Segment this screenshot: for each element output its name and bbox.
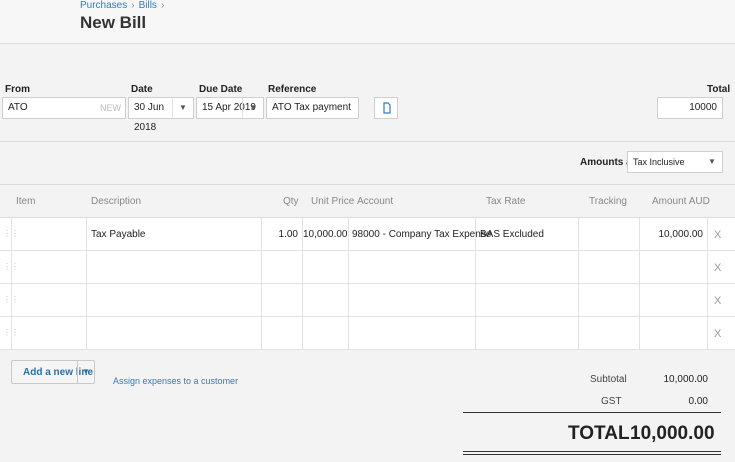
reference-label: Reference	[268, 84, 317, 95]
divider	[0, 184, 735, 185]
reference-value: ATO Tax payment	[272, 102, 351, 113]
total-label-summary: TOTAL	[568, 423, 630, 444]
column-header-description: Description	[91, 196, 142, 207]
cell-unit-price[interactable]: 10,000.00	[303, 229, 348, 240]
due-date-field[interactable]: 15 Apr 2019 ▼	[196, 97, 264, 119]
delete-row-icon[interactable]: X	[714, 262, 721, 274]
date-label: Date	[131, 84, 153, 95]
gst-value: 0.00	[688, 396, 708, 407]
from-field[interactable]: ATO NEW	[2, 97, 126, 119]
gst-label: GST	[601, 396, 622, 407]
breadcrumb-separator: ›	[131, 0, 135, 11]
drag-handle-icon[interactable]: ⋮⋮	[3, 328, 19, 337]
table-row[interactable]	[0, 284, 735, 317]
subtotal-label: Subtotal	[590, 374, 627, 385]
page-header: Purchases › Bills › New Bill	[0, 0, 735, 44]
total-divider	[463, 412, 721, 413]
total-label: Total	[707, 84, 731, 95]
column-divider	[348, 218, 349, 349]
total-value-summary: 10,000.00	[630, 423, 715, 444]
cell-qty[interactable]: 1.00	[262, 229, 298, 240]
amounts-are-select[interactable]: Tax Inclusive ▼	[627, 151, 723, 173]
cell-tax-rate[interactable]: BAS Excluded	[480, 229, 544, 240]
chevron-down-icon[interactable]: ▼	[77, 361, 94, 383]
chevron-down-icon[interactable]: ▼	[172, 98, 193, 118]
cell-amount[interactable]: 10,000.00	[640, 229, 704, 240]
breadcrumb-bills[interactable]: Bills	[139, 0, 157, 11]
column-divider	[707, 218, 708, 349]
from-label: From	[5, 84, 30, 95]
subtotal-value: 10,000.00	[663, 374, 709, 385]
column-header-account: Account	[357, 196, 394, 207]
from-value: ATO	[8, 102, 28, 113]
chevron-down-icon[interactable]: ▼	[702, 152, 722, 172]
document-icon	[383, 102, 391, 114]
table-row[interactable]	[0, 317, 735, 350]
page-title: New Bill	[80, 13, 147, 32]
chevron-down-icon[interactable]: ▼	[242, 98, 263, 118]
column-header-tax-rate: Tax Rate	[486, 196, 526, 207]
assign-expenses-link[interactable]: Assign expenses to a customer	[113, 376, 238, 386]
drag-handle-icon[interactable]: ⋮⋮	[3, 229, 19, 238]
column-divider	[578, 218, 579, 349]
cell-account[interactable]: 98000 - Company Tax Expense	[352, 229, 491, 240]
column-divider	[86, 218, 87, 349]
column-header-item: Item	[16, 196, 36, 207]
new-contact-hint: NEW	[100, 103, 121, 113]
delete-row-icon[interactable]: X	[714, 229, 721, 241]
copy-reference-button[interactable]	[374, 97, 398, 119]
cell-description[interactable]: Tax Payable	[91, 229, 145, 240]
delete-row-icon[interactable]: X	[714, 328, 721, 340]
drag-handle-icon[interactable]: ⋮⋮	[3, 295, 19, 304]
reference-field[interactable]: ATO Tax payment	[266, 97, 359, 119]
breadcrumb: Purchases › Bills ›	[80, 0, 168, 11]
column-header-amount: Amount AUD	[652, 196, 710, 207]
column-header-tracking: Tracking	[589, 196, 627, 207]
table-row[interactable]	[0, 251, 735, 284]
drag-handle-icon[interactable]: ⋮⋮	[3, 262, 19, 271]
divider	[0, 141, 735, 142]
total-value: 10000	[689, 102, 717, 113]
column-header-unit-price: Unit Price	[311, 196, 355, 207]
amounts-are-value: Tax Inclusive	[633, 157, 685, 167]
total-double-underline	[463, 454, 721, 455]
breadcrumb-purchases[interactable]: Purchases	[80, 0, 127, 11]
date-value: 30 Jun 2018	[134, 102, 165, 133]
total-field[interactable]: 10000	[657, 97, 723, 119]
total-double-underline	[463, 451, 721, 452]
column-header-qty: Qty	[283, 196, 299, 207]
delete-row-icon[interactable]: X	[714, 295, 721, 307]
due-date-label: Due Date	[199, 84, 243, 95]
breadcrumb-separator: ›	[160, 0, 165, 11]
add-new-line-button[interactable]: Add a new line ▼	[11, 360, 95, 384]
date-field[interactable]: 30 Jun 2018 ▼	[128, 97, 194, 133]
